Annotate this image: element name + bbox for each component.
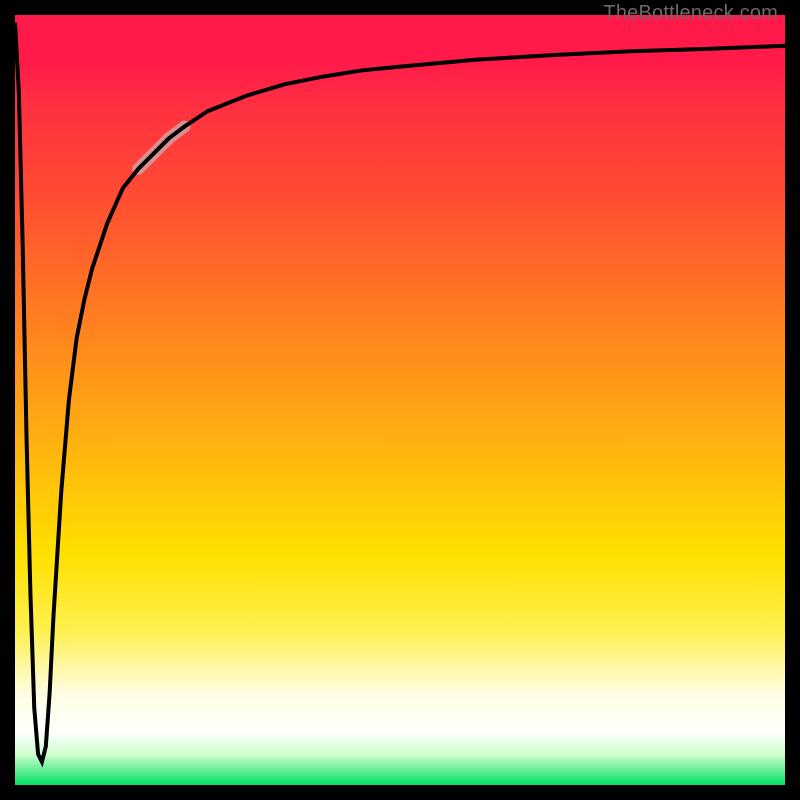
chart-frame (0, 0, 800, 800)
bottleneck-chart: TheBottleneck.com (0, 0, 800, 800)
watermark-text: TheBottleneck.com (603, 2, 778, 25)
